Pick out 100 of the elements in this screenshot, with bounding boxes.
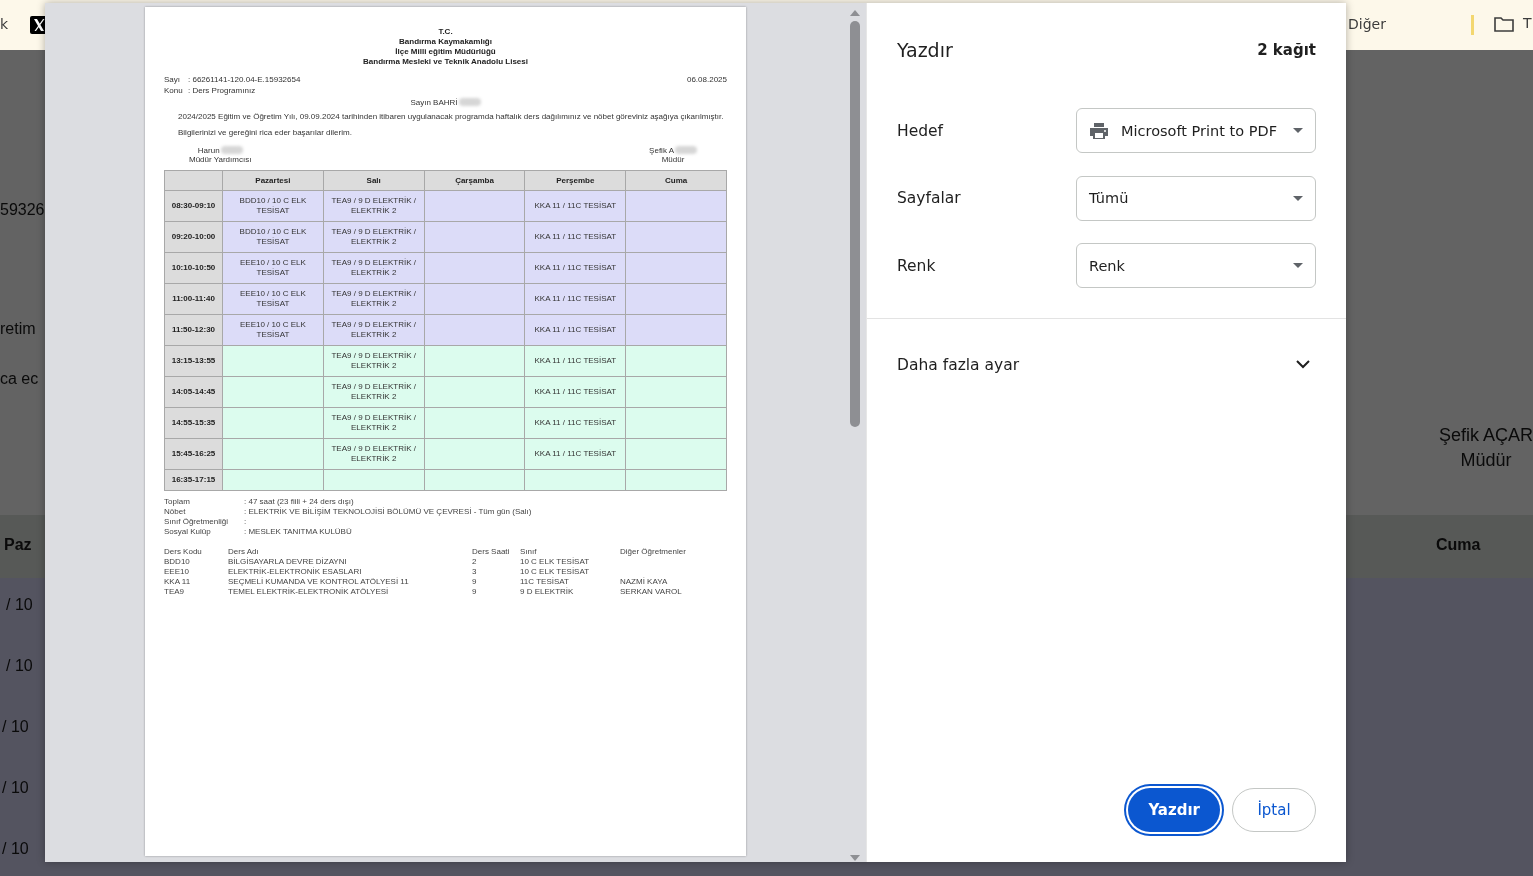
dropdown[interactable]: Tümü: [1076, 175, 1316, 221]
signature-name: Şefik AÇAR: [1438, 425, 1533, 446]
schedule-cell: TEA9 / 9 D ELEKTRİK / ELEKTRİK 2: [323, 407, 425, 439]
schedule-cell: KKA 11 / 11C TESİSAT: [524, 190, 626, 222]
table-cell-text: 11C TESİSAT: [520, 577, 570, 587]
table-cell: / 10: [2, 779, 29, 797]
bookmark-folder[interactable]: T: [1523, 15, 1532, 33]
schedule-cell: TEA9 / 9 D ELEKTRİK / ELEKTRİK 2: [323, 438, 425, 470]
schedule-cell: TEA9 / 9 D ELEKTRİK / ELEKTRİK 2: [323, 376, 425, 408]
schedule-cell: TEA9 / 9 D ELEKTRİK / ELEKTRİK 2: [323, 314, 425, 346]
table-cell-text: 10 C ELK TESİSAT: [520, 557, 591, 567]
signatory-name: Şefik A: [649, 146, 674, 155]
schedule-cell: KKA 11 / 11C TESİSAT: [524, 252, 626, 284]
table-cell: / 10: [6, 596, 33, 614]
table-cell-text: NAZMİ KAYA: [620, 577, 669, 587]
table-cell: / 10: [2, 840, 29, 858]
column-header: Pazartesi: [222, 170, 324, 191]
summary-value: :: [244, 517, 248, 527]
table-cell-text: TEA9: [164, 587, 185, 597]
schedule-cell: TEA9 / 9 D ELEKTRİK / ELEKTRİK 2: [323, 252, 425, 284]
column-header: Ders Kodu: [164, 547, 203, 557]
letterhead-line: Bandırma Kaymakamlığı: [399, 37, 492, 47]
summary-label: Nöbet: [164, 507, 187, 517]
schedule-cell: TEA9 / 9 D ELEKTRİK / ELEKTRİK 2: [323, 283, 425, 315]
page-text: retim: [0, 320, 36, 338]
time-cell: 15:45-16:25: [164, 438, 223, 470]
time-cell: 08:30-09:10: [164, 190, 223, 222]
signatory-title: Müdür: [661, 155, 685, 164]
schedule-cell: TEA9 / 9 D ELEKTRİK / ELEKTRİK 2: [323, 221, 425, 253]
scroll-down-icon: [849, 854, 861, 862]
dialog-title: Yazdır: [897, 38, 953, 61]
table-cell-text: 9 D ELEKTRİK: [520, 587, 575, 597]
cancel-button[interactable]: İptal: [1232, 788, 1316, 832]
table-cell-text: KKA 11: [164, 577, 192, 587]
column-header: Sınıf: [520, 547, 538, 557]
table-cell-text: 9: [472, 577, 478, 587]
summary-label: Sınıf Öğretmenliği: [164, 517, 230, 527]
bookmark-link[interactable]: k: [0, 16, 9, 32]
field-label: Konu: [164, 86, 184, 95]
scroll-up-icon: [849, 9, 861, 17]
table-cell-text: 10 C ELK TESİSAT: [520, 567, 591, 577]
time-cell: 14:05-14:45: [164, 376, 223, 408]
signatory-title: Müdür Yardımcısı: [189, 155, 252, 164]
summary-label: Toplam: [164, 497, 191, 507]
schedule-cell: KKA 11 / 11C TESİSAT: [524, 376, 626, 408]
table-cell-text: TEMEL ELEKTRİK-ELEKTRONİK ATÖLYESİ: [228, 587, 390, 597]
column-header: Salı: [323, 170, 425, 191]
bookmark-link[interactable]: Diğer: [1348, 16, 1386, 32]
column-header: Cuma: [625, 170, 727, 191]
column-header: Ders Adı: [228, 547, 260, 557]
table-cell-text: 3: [472, 567, 478, 577]
dropdown[interactable]: Microsoft Print to PDF: [1076, 108, 1316, 154]
table-header: Paz: [4, 536, 32, 554]
dropdown[interactable]: Renk: [1076, 243, 1316, 289]
time-cell: 14:55-15:35: [164, 407, 223, 439]
schedule-cell: KKA 11 / 11C TESİSAT: [524, 438, 626, 470]
table-header-cell: [164, 170, 223, 191]
schedule-cell: KKA 11 / 11C TESİSAT: [524, 314, 626, 346]
schedule-cell: BDD10 / 10 C ELK TESİSAT: [222, 221, 324, 253]
table-cell-text: EEE10: [164, 567, 190, 577]
folder-icon: [1493, 15, 1515, 33]
table-cell-text: SERKAN VAROL: [620, 587, 683, 597]
summary-value: : 47 saat (23 fiili + 24 ders dışı): [244, 497, 354, 506]
schedule-cell: BDD10 / 10 C ELK TESİSAT: [222, 190, 324, 222]
schedule-cell: TEA9 / 9 D ELEKTRİK / ELEKTRİK 2: [323, 345, 425, 377]
document-date: 06.08.2025: [686, 75, 727, 84]
table-header: Cuma: [1436, 536, 1481, 554]
printer-icon: [1089, 121, 1109, 140]
summary-label: Sosyal Kulüp: [164, 527, 212, 537]
schedule-cell: KKA 11 / 11C TESİSAT: [524, 345, 626, 377]
signatory-name: Harun: [197, 146, 220, 155]
page-text: ca ec: [0, 370, 39, 388]
column-header: Ders Saati: [472, 547, 511, 557]
field-value: : 66261141-120.04-E.15932654: [188, 75, 301, 84]
table-cell: / 10: [6, 657, 33, 675]
field-value: : Ders Programınız: [188, 86, 256, 95]
more-settings-toggle[interactable]: Daha fazla ayar: [867, 318, 1346, 411]
schedule-cell: EEE10 / 10 C ELK TESİSAT: [222, 314, 324, 346]
schedule-cell: EEE10 / 10 C ELK TESİSAT: [222, 283, 324, 315]
page-text: 59326: [0, 201, 45, 219]
letter-paragraph: 2024/2025 Eğitim ve Öğretim Yılı, 09.09.2024 tarihinden itibaren uygulanacak programda haftalık ders dağılımınız ve nöbet göreviniz aşağıya çıkarılmıştır.: [178, 112, 725, 122]
table-cell-text: BİLGİSAYARLA DEVRE DİZAYNI: [228, 557, 348, 567]
schedule-cell: KKA 11 / 11C TESİSAT: [524, 221, 626, 253]
caret-icon: [1293, 263, 1303, 269]
caret-icon: [1293, 128, 1303, 134]
setting-label: Renk: [897, 256, 936, 275]
sheet-count: 2 kağıt: [1257, 40, 1316, 59]
table-cell-text: BDD10: [164, 557, 191, 567]
schedule-cell: KKA 11 / 11C TESİSAT: [524, 407, 626, 439]
letterhead-line: İlçe Milli eğitim Müdürlüğü: [395, 47, 496, 57]
field-label: Sayı: [164, 75, 181, 84]
schedule-cell: EEE10 / 10 C ELK TESİSAT: [222, 252, 324, 284]
schedule-cell: KKA 11 / 11C TESİSAT: [524, 283, 626, 315]
table-cell-text: 2: [472, 557, 478, 567]
letterhead-line: Bandırma Mesleki ve Teknik Anadolu Lisesi: [363, 57, 528, 67]
time-cell: 09:20-10:00: [164, 221, 223, 253]
time-cell: 11:00-11:40: [164, 283, 223, 315]
letter-paragraph: Bilgilerinizi ve gereğini rica eder başarılar dilerim.: [178, 128, 353, 138]
time-cell: 13:15-13:55: [164, 345, 223, 377]
scrollbar-thumb[interactable]: [850, 21, 860, 427]
